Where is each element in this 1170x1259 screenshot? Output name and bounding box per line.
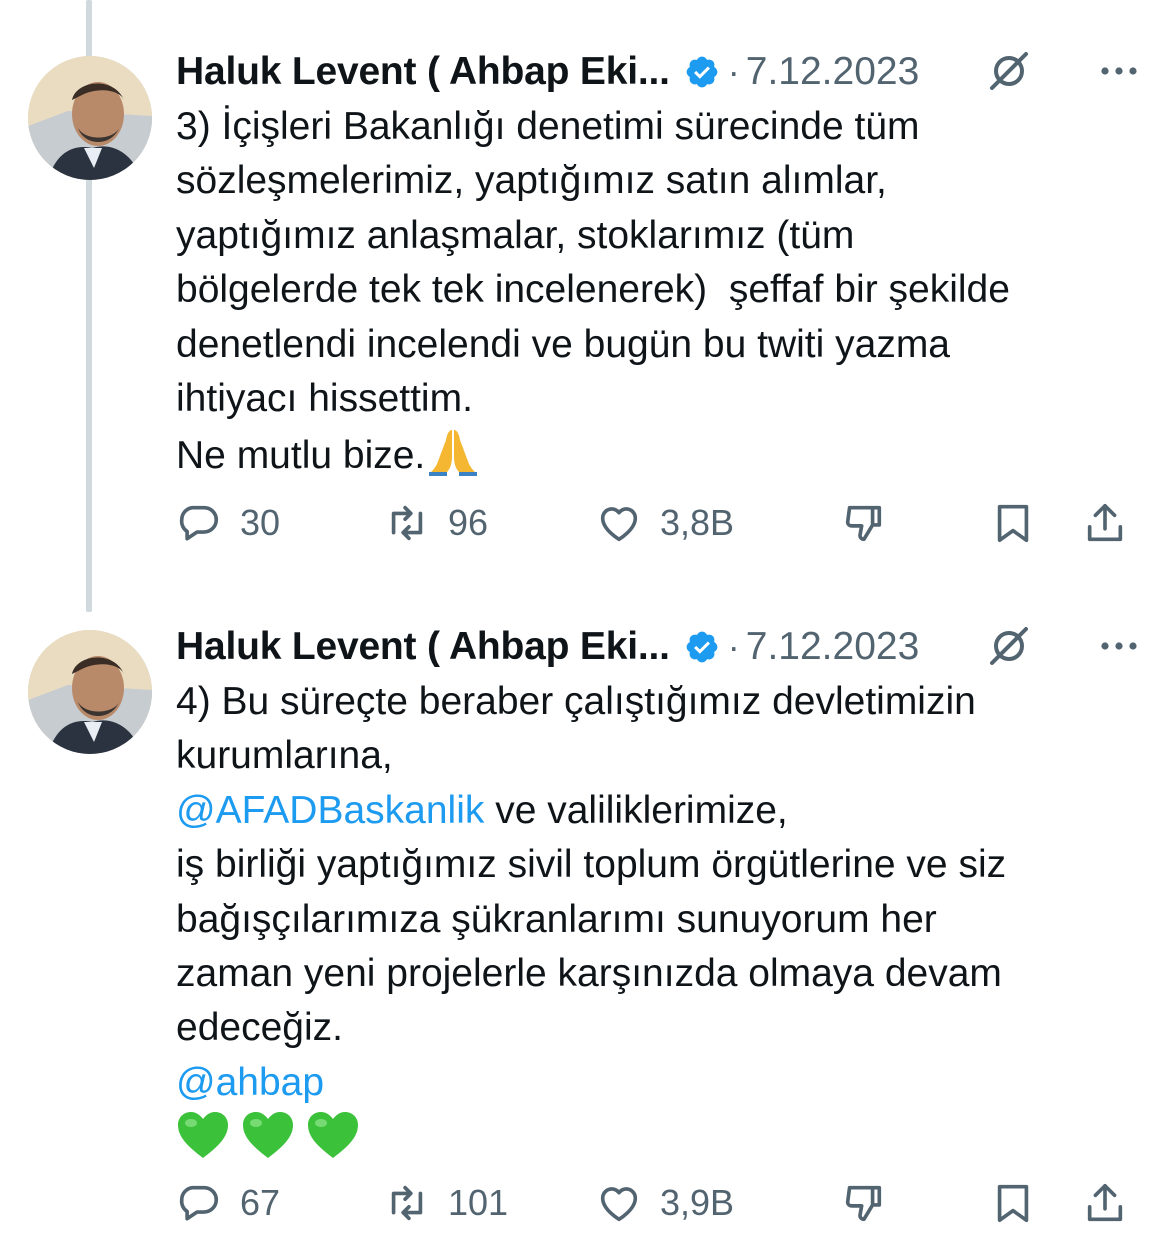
tweet-date[interactable]: 7.12.2023 [746,625,920,669]
like-icon [600,1187,638,1222]
text-line: kurumlarına, [176,734,393,778]
tweet-actions: 30 96 3,8B [176,500,1140,550]
green-heart-emoji [307,1112,358,1159]
share-button[interactable] [1082,500,1128,546]
retweet-button[interactable]: 96 [384,500,488,546]
share-button[interactable] [1082,1180,1128,1226]
text-line: sözleşmelerimiz, yaptığımız satın alımla… [176,159,887,203]
like-icon [600,507,638,542]
pray-emoji [429,430,478,477]
bookmark-icon [997,1184,1029,1223]
reply-icon [179,1185,219,1221]
reply-icon [179,505,219,541]
reply-count: 30 [240,502,281,543]
like-count: 3,9B [660,1182,735,1223]
dislike-icon [845,505,882,542]
green-heart-emoji [178,1112,228,1159]
tweet-header: Haluk Levent ( Ahbap Eki... · 7.12.2023 [176,50,1150,94]
text-line: @AFADBaskanlik ve valiliklerimize, [176,784,1151,838]
mention-link[interactable]: @AFADBaskanlik [176,789,484,832]
like-button[interactable]: 3,8B [596,500,734,546]
share-icon [1087,503,1123,542]
grok-icon[interactable] [986,48,1032,94]
bookmark-button[interactable] [990,500,1036,546]
text-line: bölgelerde tek tek incelenerek) şeffaf b… [176,268,1010,312]
author-name[interactable]: Haluk Levent ( Ahbap Eki... [176,50,670,94]
text-segment: Ne mutlu bize. [176,434,426,478]
tweet-1[interactable]: Haluk Levent ( Ahbap Eki... · 7.12.2023 … [0,0,1170,600]
retweet-count: 96 [448,502,489,543]
tweet-header: Haluk Levent ( Ahbap Eki... · 7.12.2023 [176,625,1150,669]
reply-button[interactable]: 30 [176,500,280,546]
text-line: edeceğiz. [176,1006,343,1050]
mention-link[interactable]: @ahbap [176,1061,324,1104]
emoji-line [176,1110,1151,1167]
grok-icon[interactable] [986,623,1032,669]
verified-badge-icon [686,56,718,88]
separator-dot: · [727,626,740,667]
text-line: zaman yeni projelerle karşınızda olmaya … [176,952,1002,996]
retweet-icon [391,1185,423,1221]
text-line: iş birliği yaptığımız sivil toplum örgüt… [176,843,1007,887]
retweet-icon [391,505,423,541]
text-line: @ahbap [176,1056,1151,1110]
tweet-text: 3) İçişleri Bakanlığı denetimi sürecinde… [176,100,1151,484]
text-line-last: Ne mutlu bize. [176,426,1151,483]
text-line: denetlendi incelendi ve bugün bu twiti y… [176,322,951,366]
tweet-date[interactable]: 7.12.2023 [746,50,920,94]
tweet-text: 4) Bu süreçte beraber çalıştığımız devle… [176,675,1151,1168]
text-line: 4) Bu süreçte beraber çalıştığımız devle… [176,680,976,723]
dislike-button[interactable] [840,500,886,546]
tweet-actions: 67 101 3,9B [176,1180,1140,1230]
verified-badge-icon [686,631,718,663]
text-line: yaptığımız anlaşmalar, stoklarımız (tüm [176,213,855,257]
tweet-2[interactable]: Haluk Levent ( Ahbap Eki... · 7.12.2023 … [0,575,1170,1259]
text-line: 3) İçişleri Bakanlığı denetimi sürecinde… [176,105,920,148]
bookmark-icon [997,504,1029,543]
reply-button[interactable]: 67 [176,1180,280,1226]
like-count: 3,8B [660,502,735,543]
text-segment: ve valiliklerimize, [484,788,788,832]
green-heart-emoji [242,1112,293,1159]
separator-dot: · [727,51,740,92]
text-line: bağışçılarımıza şükranlarımı sunuyorum h… [176,897,937,941]
avatar[interactable] [28,630,152,754]
text-line: ihtiyacı hissettim. [176,377,473,421]
more-icon[interactable] [1096,623,1142,669]
reply-count: 67 [240,1182,281,1223]
more-icon[interactable] [1096,48,1142,94]
bookmark-button[interactable] [990,1180,1036,1226]
author-name[interactable]: Haluk Levent ( Ahbap Eki... [176,625,670,669]
like-button[interactable]: 3,9B [596,1180,734,1226]
retweet-count: 101 [448,1182,509,1223]
dislike-button[interactable] [840,1180,886,1226]
avatar[interactable] [28,56,152,180]
retweet-button[interactable]: 101 [384,1180,508,1226]
share-icon [1087,1183,1123,1222]
dislike-icon [845,1185,882,1222]
